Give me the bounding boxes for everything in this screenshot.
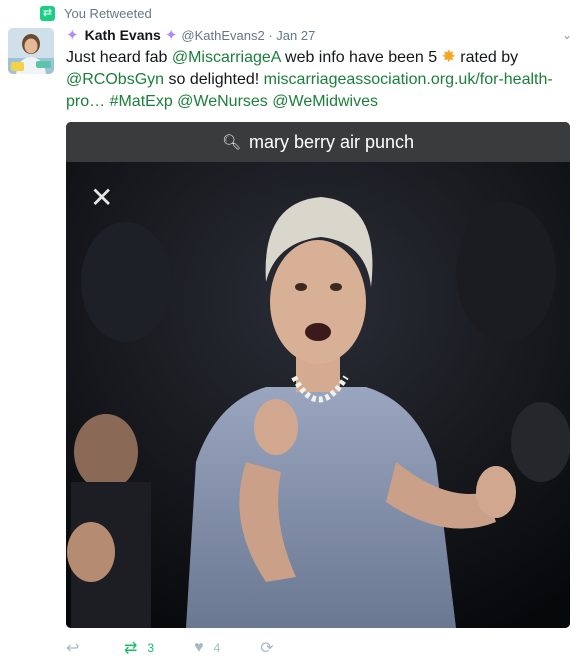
like-count: 4 bbox=[213, 641, 221, 655]
more-icon: ⟳ bbox=[260, 640, 274, 657]
more-button[interactable]: ⟳ bbox=[260, 638, 283, 658]
media-search-bar: 🔍︎ mary berry air punch bbox=[66, 122, 570, 162]
search-icon: 🔍︎ bbox=[221, 134, 241, 151]
tweet-text-segment: Just heard fab bbox=[66, 49, 172, 66]
avatar[interactable] bbox=[8, 28, 54, 74]
timestamp-separator: · bbox=[264, 27, 277, 43]
author-handle[interactable]: @KathEvans2 bbox=[181, 28, 264, 43]
tweet-text-segment: rated by bbox=[455, 49, 519, 66]
author-name[interactable]: Kath Evans bbox=[85, 27, 161, 43]
media-photo bbox=[66, 162, 570, 628]
sparkle-icon: ✦ bbox=[66, 27, 79, 44]
tweet-timestamp[interactable]: Jan 27 bbox=[276, 28, 315, 43]
chevron-down-icon[interactable]: ⌄ bbox=[562, 28, 572, 42]
tweet-header: ✦ Kath Evans ✦ @KathEvans2 · Jan 27 bbox=[66, 26, 315, 44]
retweet-context: ⇄ You Retweeted bbox=[40, 6, 152, 21]
tweet-text-segment: web info have been 5 bbox=[280, 49, 442, 66]
mention-link[interactable]: @WeMidwives bbox=[272, 93, 378, 110]
tweet-media[interactable]: 🔍︎ mary berry air punch ✕ bbox=[66, 122, 570, 628]
sparkle-icon: ✦ bbox=[164, 27, 178, 44]
mention-link[interactable]: @RCObsGyn bbox=[66, 71, 164, 88]
retweet-icon: ⇄ bbox=[40, 6, 55, 21]
reply-icon: ↩ bbox=[66, 640, 80, 657]
tweet-text: Just heard fab @MiscarriageA web info ha… bbox=[66, 46, 571, 113]
heart-icon: ♥ bbox=[194, 639, 204, 656]
star-emoji-icon: ✸ bbox=[441, 47, 456, 66]
retweet-button[interactable]: ⇄ 3 bbox=[124, 638, 154, 658]
mention-link[interactable]: @WeNurses bbox=[177, 93, 268, 110]
like-button[interactable]: ♥ 4 bbox=[194, 639, 220, 657]
retweet-icon: ⇄ bbox=[124, 640, 138, 657]
close-icon: ✕ bbox=[90, 182, 114, 213]
tweet-text-segment: so delighted! bbox=[164, 71, 264, 88]
media-search-text: mary berry air punch bbox=[248, 131, 415, 152]
reply-button[interactable]: ↩ bbox=[66, 638, 84, 658]
retweet-context-label: You Retweeted bbox=[64, 6, 152, 21]
hashtag-link[interactable]: #MatExp bbox=[110, 93, 173, 110]
retweet-count: 3 bbox=[147, 641, 155, 655]
mention-link[interactable]: @MiscarriageA bbox=[172, 49, 281, 66]
